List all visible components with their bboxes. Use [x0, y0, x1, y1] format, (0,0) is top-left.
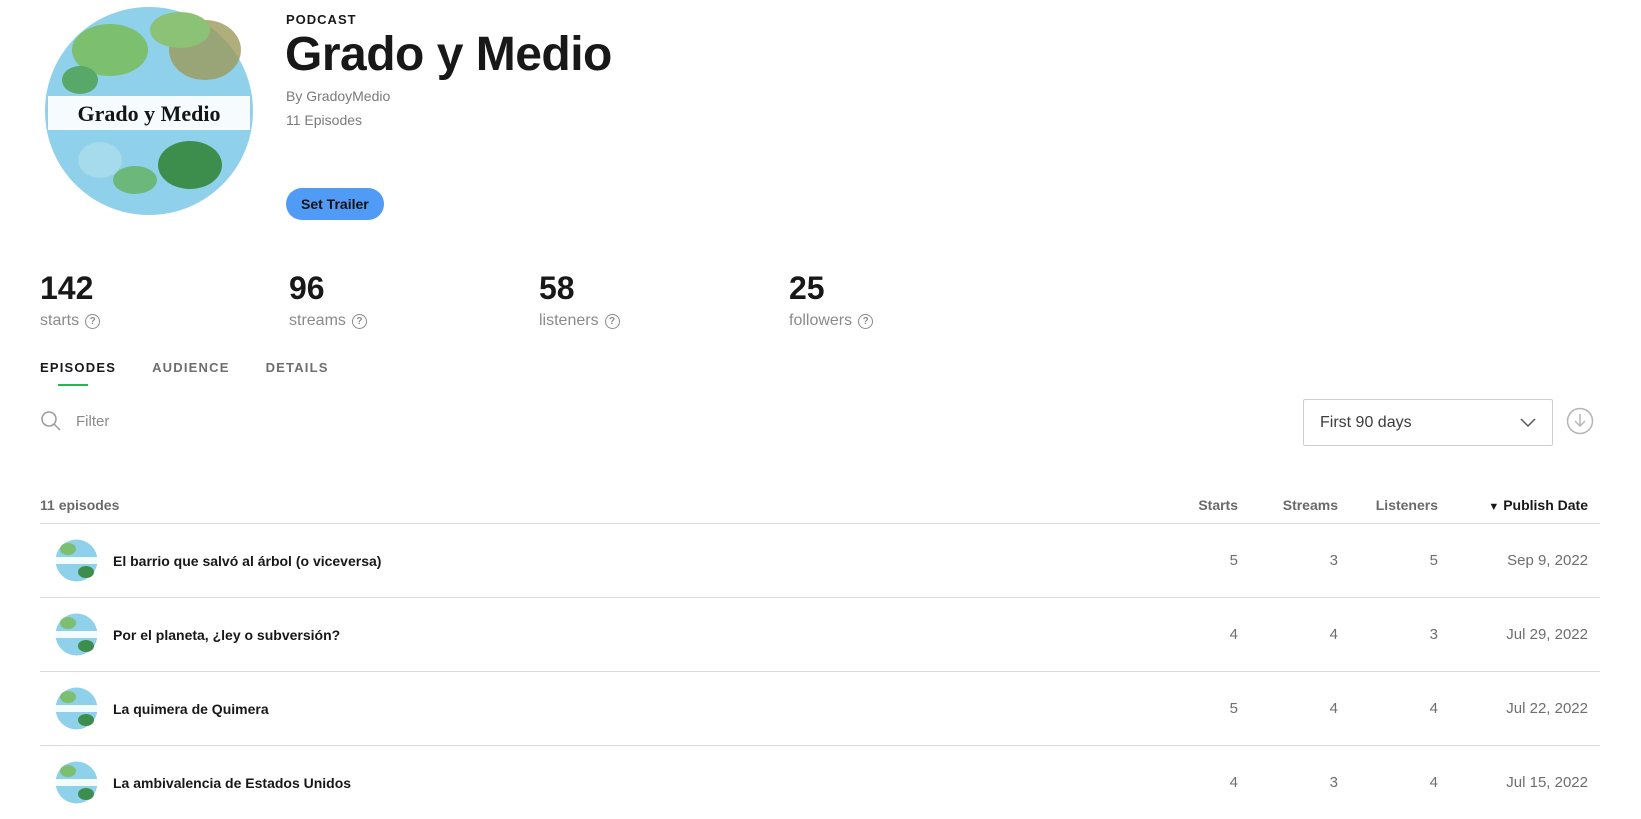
- cell-listeners: 5: [1429, 552, 1438, 569]
- episode-count: 11 Episodes: [286, 112, 363, 128]
- episodes-count-label: 11 episodes: [40, 497, 120, 513]
- cell-publish-date: Jul 22, 2022: [1506, 700, 1588, 717]
- cell-streams: 3: [1329, 552, 1338, 569]
- table-header: 11 episodes Starts Streams Listeners ▼ Pu…: [40, 487, 1600, 524]
- cell-publish-date: Sep 9, 2022: [1507, 552, 1588, 569]
- column-header-listeners[interactable]: Listeners: [1338, 497, 1438, 513]
- episode-thumbnail: [55, 761, 98, 804]
- help-icon[interactable]: ?: [351, 313, 367, 329]
- cover-title-text: Grado y Medio: [78, 101, 221, 126]
- chevron-down-icon: [1520, 417, 1536, 427]
- date-range-select[interactable]: First 90 days: [1303, 399, 1553, 446]
- cell-streams: 4: [1329, 626, 1338, 643]
- cell-starts: 4: [1229, 774, 1238, 791]
- content-type-label: PODCAST: [286, 12, 357, 27]
- cell-listeners: 4: [1429, 700, 1438, 717]
- episode-title: La ambivalencia de Estados Unidos: [113, 774, 352, 791]
- cell-streams: 4: [1329, 700, 1338, 717]
- cell-starts: 5: [1229, 700, 1238, 717]
- table-row[interactable]: El barrio que salvó al árbol (o vicevers…: [40, 524, 1600, 598]
- tab-bar: EPISODES AUDIENCE DETAILS: [40, 360, 329, 389]
- stat-value: 142: [40, 270, 94, 306]
- tab-episodes[interactable]: EPISODES: [40, 360, 116, 389]
- help-icon[interactable]: ?: [604, 313, 620, 329]
- cell-starts: 4: [1229, 626, 1238, 643]
- stat-label-row: streams ?: [289, 312, 367, 330]
- episode-thumbnail: [55, 539, 98, 582]
- download-icon[interactable]: [1566, 407, 1594, 435]
- episodes-table: 11 episodes Starts Streams Listeners ▼ Pu…: [40, 487, 1600, 819]
- stat-value: 25: [789, 270, 825, 306]
- podcast-cover: Grado y Medio: [40, 0, 258, 218]
- column-header-streams[interactable]: Streams: [1238, 497, 1338, 513]
- cell-streams: 3: [1329, 774, 1338, 791]
- cell-publish-date: Jul 15, 2022: [1506, 774, 1588, 791]
- stat-listeners: 58 listeners ?: [539, 270, 620, 330]
- episode-cell: La quimera de Quimera: [40, 686, 1138, 731]
- episode-title: La quimera de Quimera: [113, 700, 269, 717]
- episode-cell: El barrio que salvó al árbol (o vicevers…: [40, 538, 1138, 583]
- episode-title: Por el planeta, ¿ley o subversión?: [113, 626, 341, 643]
- episode-cell: La ambivalencia de Estados Unidos: [40, 760, 1138, 805]
- set-trailer-button[interactable]: Set Trailer: [286, 188, 384, 220]
- search-icon: [41, 411, 61, 431]
- table-row[interactable]: La ambivalencia de Estados Unidos 4 3 4 …: [40, 746, 1600, 819]
- column-header-starts[interactable]: Starts: [1138, 497, 1238, 513]
- stat-starts: 142 starts ?: [40, 270, 101, 330]
- page-title: Grado y Medio: [285, 28, 612, 81]
- column-header-label: Publish Date: [1503, 497, 1588, 513]
- author-label: By GradoyMedio: [286, 88, 391, 104]
- stat-value: 58: [539, 270, 575, 306]
- help-icon[interactable]: ?: [85, 313, 101, 329]
- stat-label: listeners: [539, 312, 599, 329]
- stat-label-row: starts ?: [40, 312, 101, 330]
- stat-label: starts: [40, 312, 80, 329]
- column-header-publish-date[interactable]: ▼ Publish Date: [1438, 497, 1600, 513]
- episode-thumbnail: [55, 613, 98, 656]
- episode-thumbnail: [55, 687, 98, 730]
- table-row[interactable]: La quimera de Quimera 5 4 4 Jul 22, 2022: [40, 672, 1600, 746]
- date-range-value: First 90 days: [1320, 413, 1412, 431]
- episode-title: El barrio que salvó al árbol (o vicevers…: [113, 552, 382, 569]
- globe-logo: Grado y Medio: [45, 7, 253, 215]
- cell-starts: 5: [1229, 552, 1238, 569]
- stat-label: streams: [289, 312, 346, 329]
- filter-input[interactable]: [74, 411, 378, 431]
- cell-listeners: 4: [1429, 774, 1438, 791]
- filter-bar: [40, 410, 378, 432]
- tab-details[interactable]: DETAILS: [266, 360, 329, 389]
- stat-streams: 96 streams ?: [289, 270, 367, 330]
- episode-cell: Por el planeta, ¿ley o subversión?: [40, 612, 1138, 657]
- tab-audience[interactable]: AUDIENCE: [152, 360, 230, 389]
- stat-label: followers: [789, 312, 853, 329]
- stat-label-row: listeners ?: [539, 312, 620, 330]
- stat-followers: 25 followers ?: [789, 270, 874, 330]
- table-row[interactable]: Por el planeta, ¿ley o subversión? 4 4 3…: [40, 598, 1600, 672]
- help-icon[interactable]: ?: [858, 313, 874, 329]
- cell-listeners: 3: [1429, 626, 1438, 643]
- stat-value: 96: [289, 270, 325, 306]
- cell-publish-date: Jul 29, 2022: [1506, 626, 1588, 643]
- stat-label-row: followers ?: [789, 312, 874, 330]
- sort-descending-icon: ▼: [1488, 501, 1500, 513]
